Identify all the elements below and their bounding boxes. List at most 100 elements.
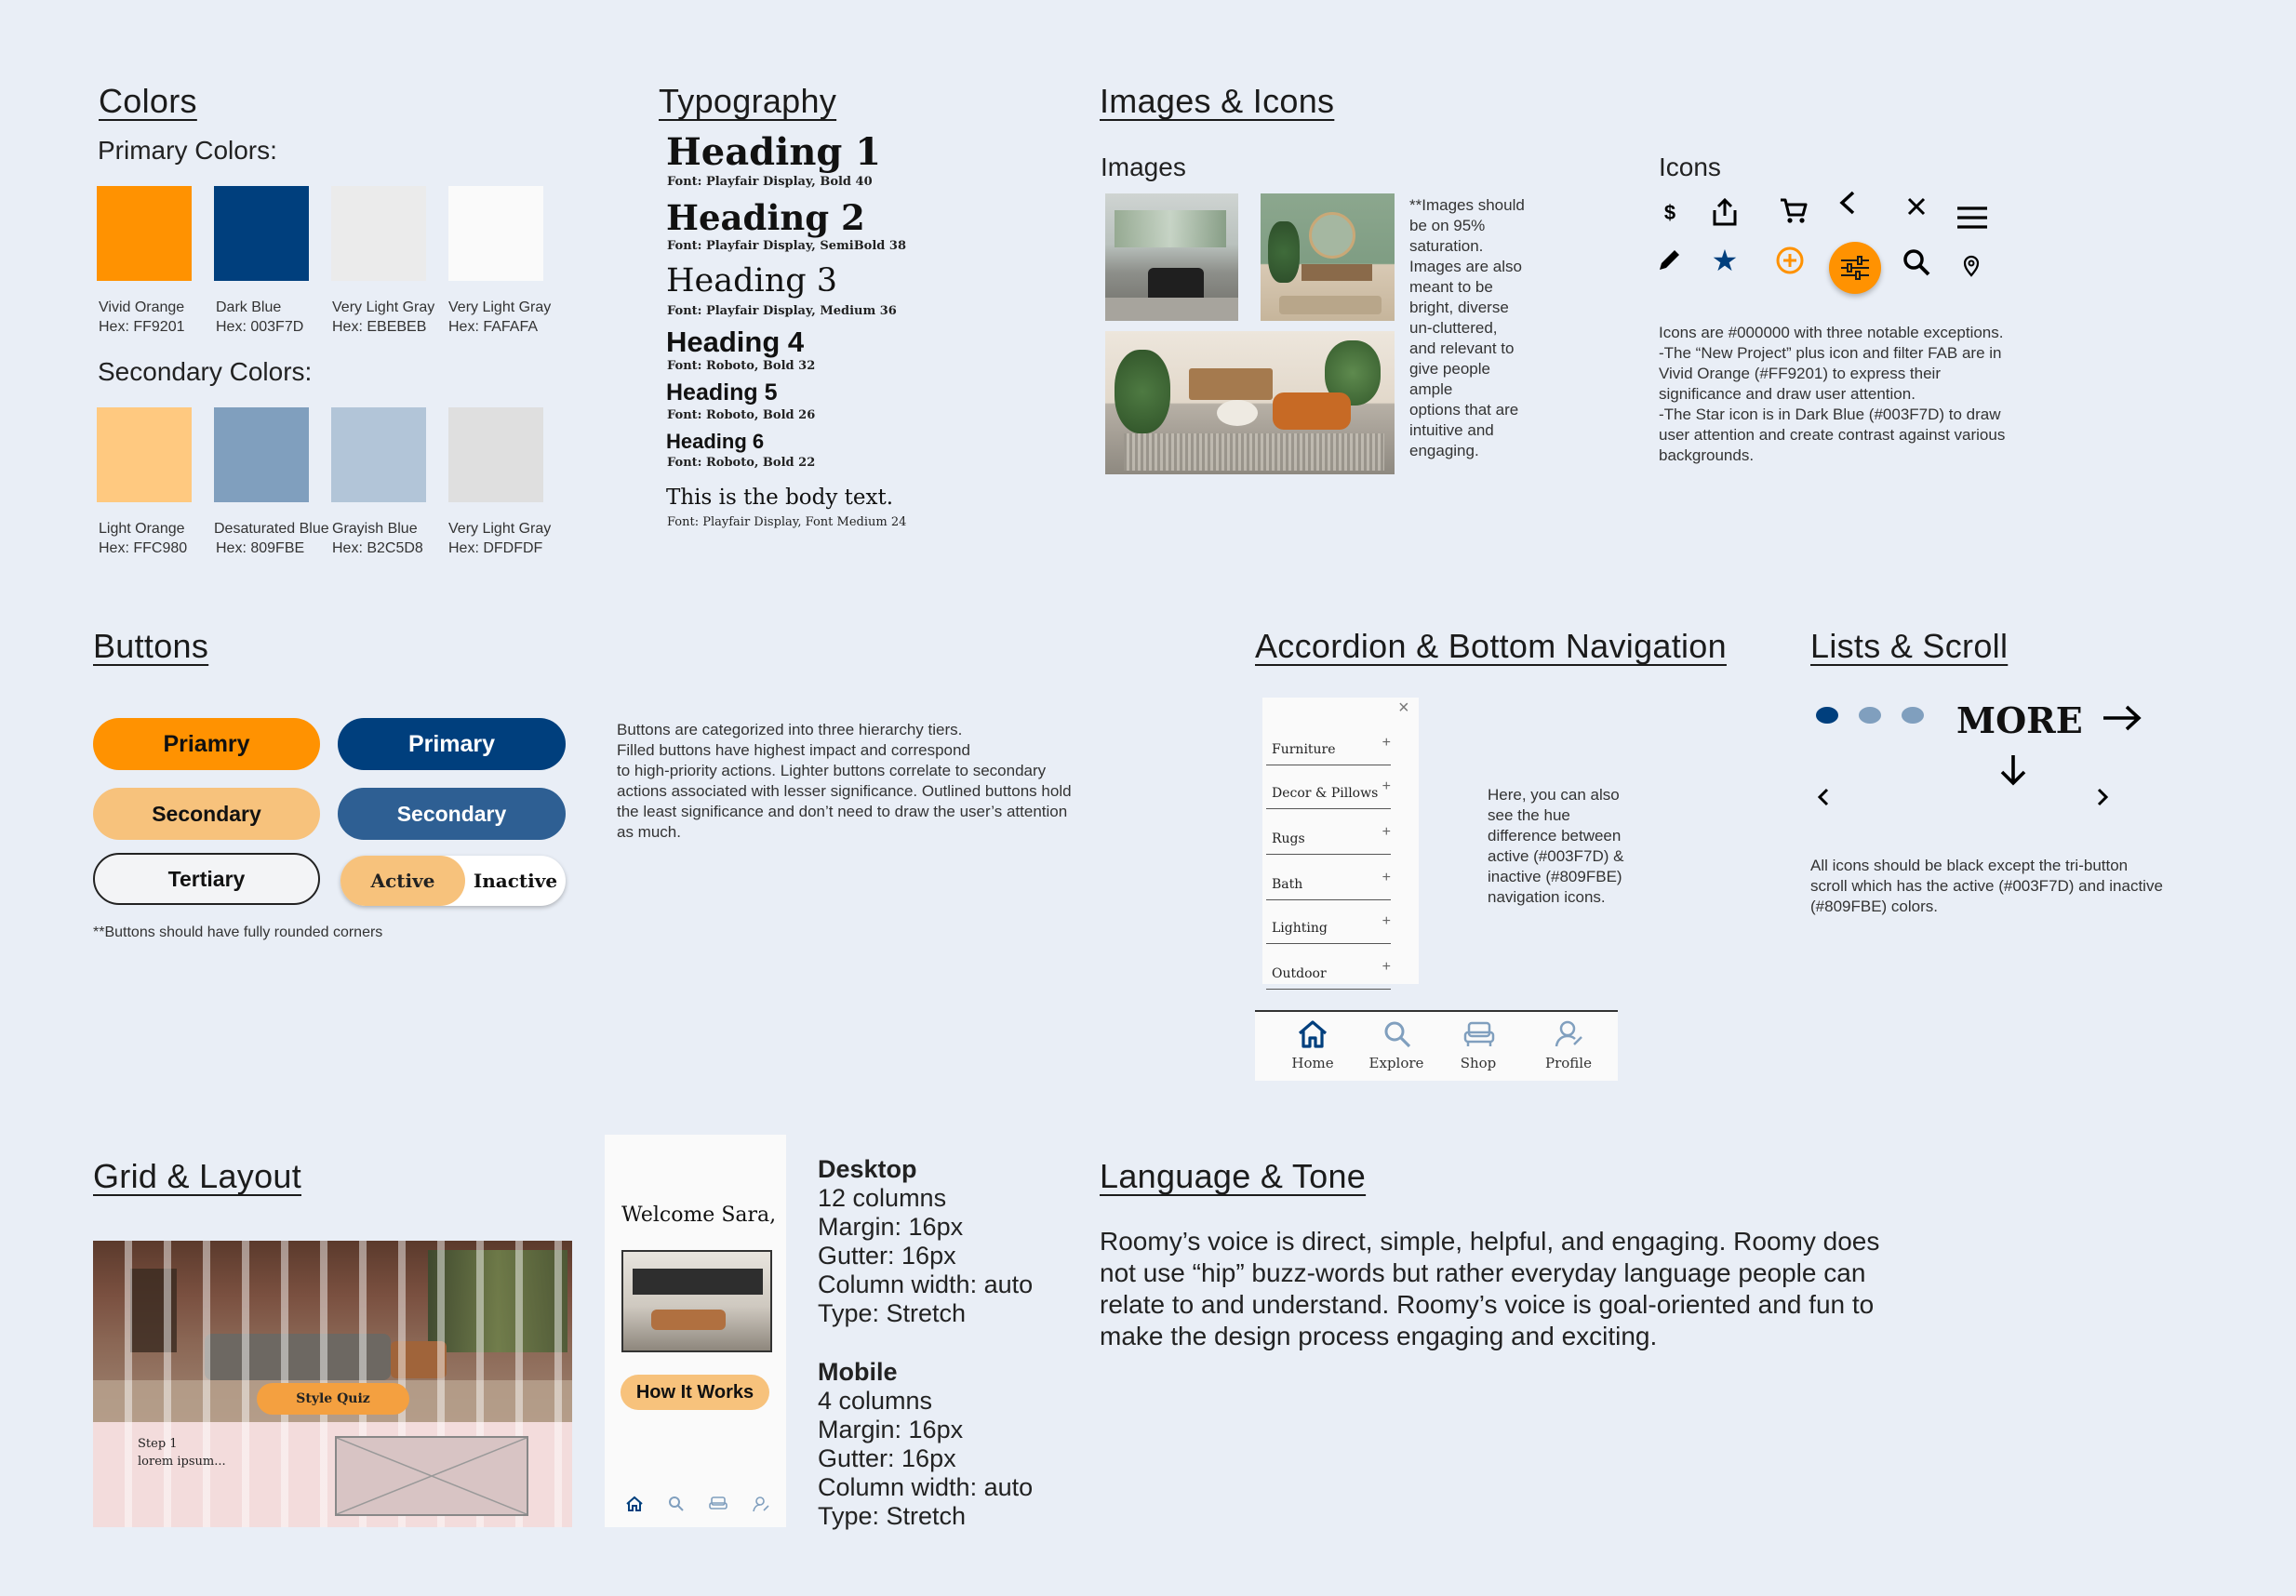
heading-5-font: Font: Roboto, Bold 26	[667, 408, 816, 422]
swatch-label: Vivid Orange Hex: FF9201	[99, 299, 185, 335]
arrow-down-icon[interactable]	[1996, 751, 2030, 789]
swatch-dark-blue	[214, 186, 309, 281]
swatch-very-light-gray-2	[448, 186, 543, 281]
accordion-item[interactable]: Bath +	[1266, 856, 1391, 900]
swatch-label: Grayish Blue Hex: B2C5D8	[332, 521, 423, 556]
language-tone-text: Roomy’s voice is direct, simple, helpful…	[1100, 1227, 1880, 1350]
swatch-vivid-orange	[97, 186, 192, 281]
desktop-specs: Desktop 12 columns Margin: 16px Gutter: 16…	[818, 1155, 1034, 1327]
green-wall-image	[1261, 193, 1395, 321]
share-icon[interactable]	[1708, 195, 1742, 229]
scroll-dot-active[interactable]	[1816, 707, 1838, 724]
living-room-image-2	[1105, 331, 1395, 474]
swatch-very-light-gray-3	[448, 407, 543, 502]
toggle-inactive-option[interactable]: Inactive	[465, 856, 566, 906]
chevron-right-icon[interactable]	[2091, 783, 2114, 811]
accordion-item[interactable]: Rugs +	[1266, 810, 1391, 855]
icons-label: Icons	[1659, 153, 1721, 181]
heading-4-sample: Heading 4	[666, 326, 805, 358]
primary-orange-button[interactable]: Priamry	[93, 718, 320, 770]
secondary-blue-button[interactable]: Secondary	[338, 788, 566, 840]
profile-icon	[753, 1496, 769, 1512]
accordion-item[interactable]: Decor & Pillows +	[1266, 765, 1391, 809]
plus-icon: +	[1382, 824, 1391, 840]
heading-4-font: Font: Roboto, Bold 32	[667, 359, 816, 373]
primary-blue-button[interactable]: Primary	[338, 718, 566, 770]
tertiary-button[interactable]: Tertiary	[93, 853, 320, 905]
profile-icon	[1555, 1020, 1582, 1047]
icons-note: Icons are #000000 with three notable exc…	[1659, 324, 2006, 464]
pencil-icon[interactable]	[1654, 244, 1686, 275]
chevron-left-icon[interactable]	[1833, 188, 1862, 218]
heading-1-sample: Heading 1	[666, 130, 882, 174]
mobile-specs: Mobile 4 columns Margin: 16px Gutter: 16px…	[818, 1358, 1034, 1530]
primary-colors-label: Primary Colors:	[98, 136, 277, 165]
body-text-sample: This is the body text.	[666, 485, 894, 510]
plus-icon: +	[1382, 778, 1391, 794]
image-placeholder	[335, 1436, 528, 1516]
accordion-panel: × Furniture + Decor & Pillows + Rugs + Bath…	[1262, 698, 1419, 990]
nav-profile[interactable]: Profile	[1527, 1012, 1610, 1081]
nav-explore[interactable]: Explore	[1355, 1012, 1438, 1081]
lists-note: All icons should be black except the tri…	[1810, 857, 2163, 915]
heading-1-font: Font: Playfair Display, Bold 40	[667, 175, 873, 189]
heading-3-sample: Heading 3	[666, 262, 838, 299]
more-link[interactable]: MORE	[1956, 699, 2083, 741]
location-pin-icon[interactable]	[1959, 253, 1983, 279]
swatch-label: Very Light Gray Hex: FAFAFA	[448, 299, 552, 335]
new-project-plus-icon[interactable]	[1773, 244, 1807, 277]
sofa-icon	[1463, 1021, 1495, 1046]
welcome-text: Welcome Sara,	[621, 1204, 777, 1227]
swatch-label: Light Orange Hex: FFC980	[99, 521, 188, 556]
sofa-icon	[709, 1496, 728, 1510]
language-tone-title: Language & Tone	[1100, 1157, 1367, 1195]
mobile-hero-image	[621, 1250, 772, 1352]
menu-icon[interactable]	[1954, 201, 1991, 234]
typography-title: Typography	[659, 82, 837, 120]
mobile-mockup: Welcome Sara, How It Works	[605, 1135, 786, 1527]
accordion-item[interactable]: Furniture +	[1266, 721, 1391, 765]
heading-2-font: Font: Playfair Display, SemiBold 38	[667, 239, 906, 253]
heading-6-sample: Heading 6	[666, 430, 765, 453]
buttons-footnote: **Buttons should have fully rounded corn…	[93, 924, 383, 940]
accordion-title: Accordion & Bottom Navigation	[1255, 627, 1727, 665]
scroll-dot-inactive[interactable]	[1902, 707, 1924, 724]
swatch-label: Desaturated Blue Hex: 809FBE	[214, 521, 329, 556]
search-icon	[1384, 1021, 1411, 1048]
buttons-description: Buttons are categorized into three hiera…	[617, 721, 1072, 841]
nav-home[interactable]: Home	[1271, 1012, 1355, 1081]
heading-2-sample: Heading 2	[666, 197, 865, 238]
close-icon[interactable]	[1902, 192, 1931, 221]
search-icon[interactable]	[1900, 246, 1933, 279]
lists-scroll-title: Lists & Scroll	[1810, 627, 2009, 665]
cart-icon[interactable]	[1777, 193, 1810, 227]
toggle-active-option[interactable]: Active	[340, 856, 465, 906]
dollar-icon[interactable]: $	[1656, 199, 1684, 227]
active-inactive-toggle[interactable]: Active Inactive	[340, 856, 566, 906]
how-it-works-button[interactable]: How It Works	[621, 1375, 769, 1410]
plus-icon: +	[1382, 913, 1391, 929]
swatch-label: Very Light Gray Hex: DFDFDF	[448, 521, 552, 556]
chevron-left-icon[interactable]	[1812, 783, 1835, 811]
body-text-font: Font: Playfair Display, Font Medium 24	[667, 515, 907, 529]
style-quiz-button[interactable]: Style Quiz	[257, 1383, 409, 1415]
living-room-image-1	[1105, 193, 1238, 321]
heading-6-font: Font: Roboto, Bold 22	[667, 456, 816, 470]
swatch-desaturated-blue	[214, 407, 309, 502]
buttons-title: Buttons	[93, 627, 209, 665]
secondary-colors-label: Secondary Colors:	[98, 357, 313, 386]
arrow-right-icon[interactable]	[2101, 701, 2143, 735]
step-label: Step 1	[138, 1437, 178, 1451]
swatch-light-orange	[97, 407, 192, 502]
accordion-item[interactable]: Outdoor +	[1266, 945, 1391, 990]
secondary-orange-button[interactable]: Secondary	[93, 788, 320, 840]
scroll-dot-inactive[interactable]	[1859, 707, 1881, 724]
grid-title: Grid & Layout	[93, 1157, 302, 1195]
filter-fab-icon[interactable]	[1829, 242, 1881, 294]
heading-5-sample: Heading 5	[666, 379, 778, 406]
swatch-label: Very Light Gray Hex: EBEBEB	[332, 299, 435, 335]
swatch-label: Dark Blue Hex: 003F7D	[216, 299, 304, 335]
accordion-item[interactable]: Lighting +	[1266, 899, 1391, 944]
star-icon[interactable]: ★	[1708, 244, 1742, 277]
nav-shop[interactable]: Shop	[1436, 1012, 1520, 1081]
